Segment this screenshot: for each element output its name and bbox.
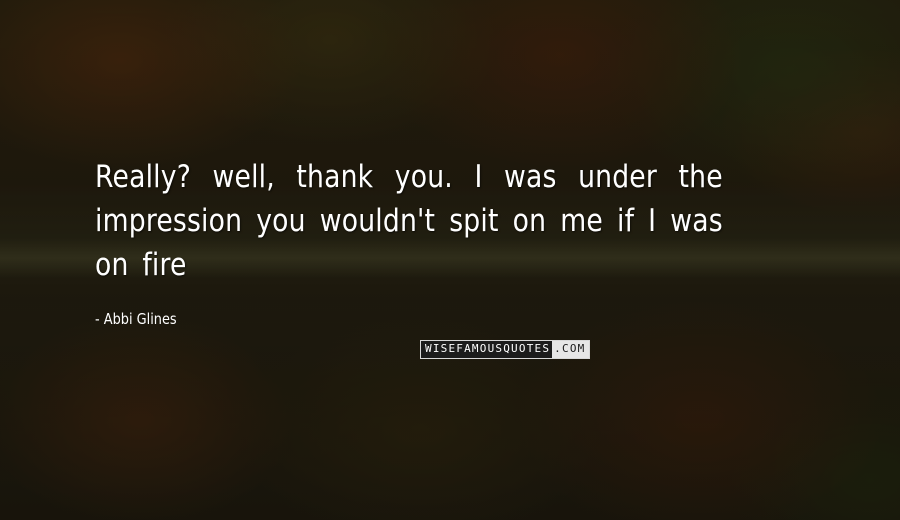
site-watermark: WISEFAMOUSQUOTES .COM xyxy=(420,340,591,359)
quote-author: - Abbi Glines xyxy=(95,310,177,328)
watermark-domain: .COM xyxy=(552,341,590,358)
quote-image: Really? well, thank you. I was under the… xyxy=(0,0,900,520)
watermark-name: WISEFAMOUSQUOTES xyxy=(421,341,553,358)
quote-text: Really? well, thank you. I was under the… xyxy=(95,159,723,283)
